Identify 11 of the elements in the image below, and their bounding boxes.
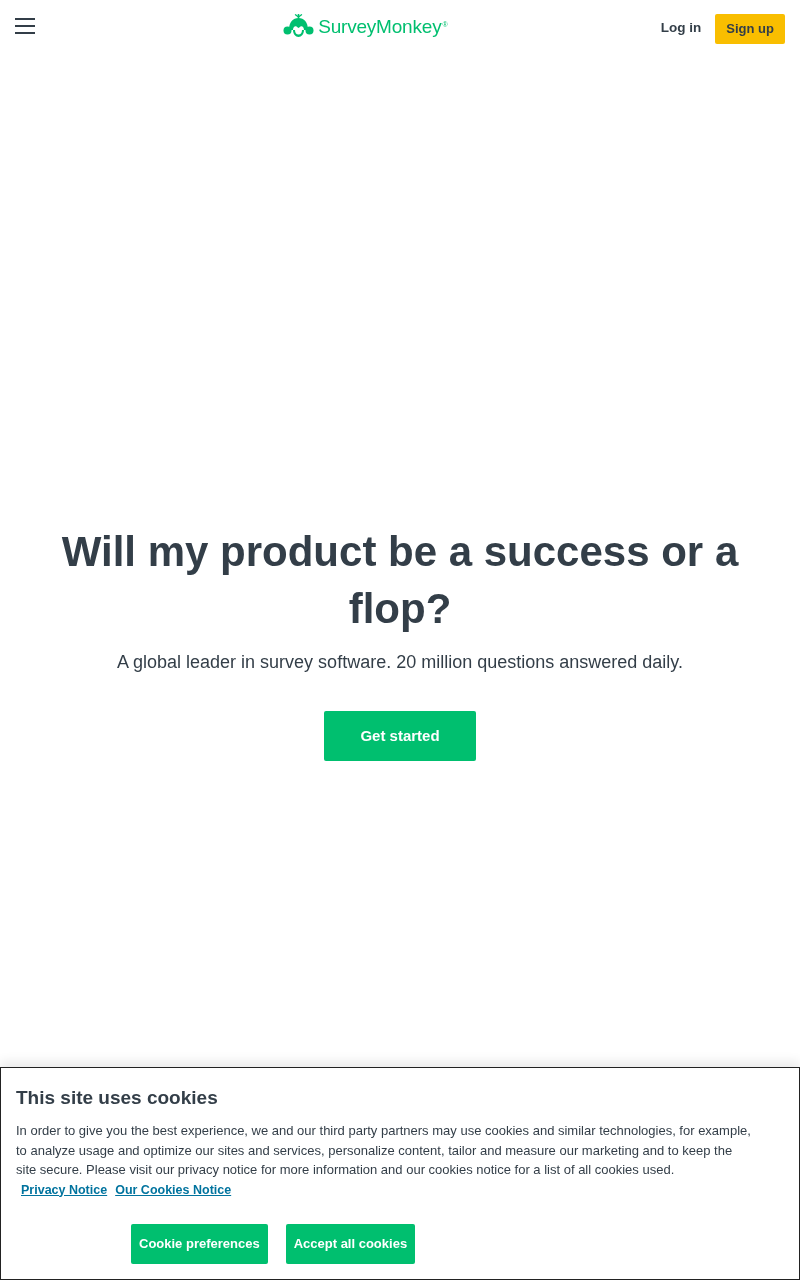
signup-button[interactable]: Sign up xyxy=(715,13,785,44)
cookies-notice-link[interactable]: Our Cookies Notice xyxy=(115,1180,232,1200)
monkey-logo-icon xyxy=(283,14,315,38)
hero-subtitle: A global leader in survey software. 20 million questions answered daily. xyxy=(117,651,683,674)
logo-wordmark: SurveyMonkey xyxy=(318,15,442,38)
login-link[interactable]: Log in xyxy=(659,18,703,39)
cookie-banner-title: This site uses cookies xyxy=(16,1086,219,1110)
menu-icon[interactable] xyxy=(15,18,35,34)
cookie-banner-text: In order to give you the best experience, we and our third party partners may use cookies and similar technologies, for example, to analyze usage and optimize our sites and services, personalize content, tailor and measure our marketing and to keep the site secure. Please visit our privacy notice for more information and our cookies notice for a list of all cookies used. xyxy=(16,1122,751,1179)
privacy-notice-link[interactable]: Privacy Notice xyxy=(21,1180,108,1200)
hero-heading: Will my product be a success or a flop? xyxy=(60,527,740,634)
